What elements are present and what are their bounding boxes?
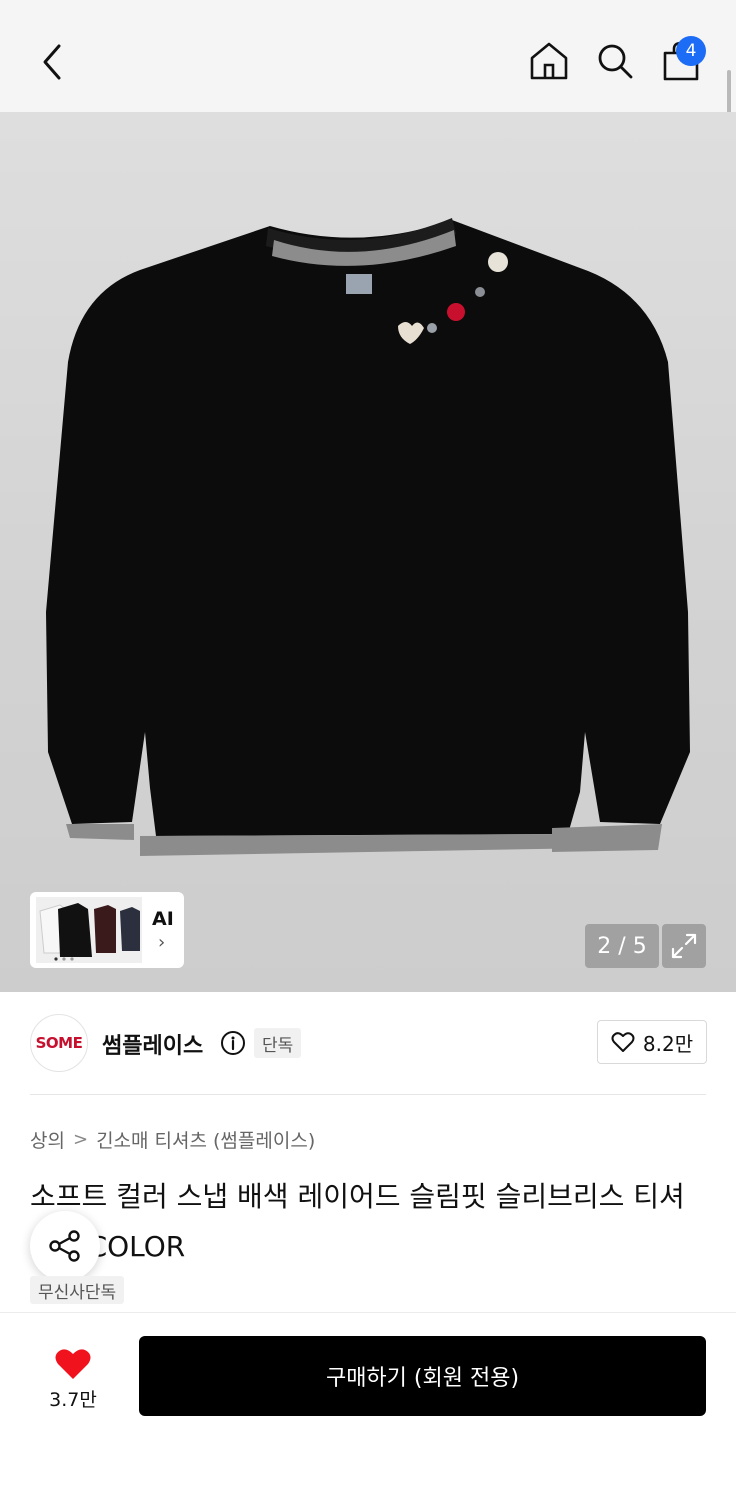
cart-count-badge: 4: [676, 36, 706, 66]
ai-thumbnail-image: [36, 897, 142, 963]
heart-icon: [55, 1348, 91, 1379]
chevron-left-icon: [43, 44, 61, 80]
product-image-gallery[interactable]: AI › 2 / 5: [0, 112, 736, 992]
heart-outline-icon: [611, 1032, 635, 1052]
ai-label-group: AI ›: [152, 908, 174, 953]
brand-like-count: 8.2만: [642, 1031, 694, 1056]
home-button[interactable]: [526, 38, 572, 84]
ai-similar-items-card[interactable]: AI ›: [30, 892, 184, 968]
breadcrumb-item-subcategory[interactable]: 긴소매 티셔츠 (썸플레이스): [96, 1126, 315, 1153]
breadcrumb-separator: >: [72, 1129, 89, 1150]
like-button[interactable]: 3.7만: [30, 1339, 116, 1419]
ai-label: AI: [152, 907, 174, 930]
info-icon[interactable]: [220, 1030, 246, 1056]
buy-button[interactable]: 구매하기 (회원 전용): [139, 1336, 706, 1416]
brand-like-button[interactable]: 8.2만: [597, 1020, 707, 1064]
search-button[interactable]: [592, 38, 638, 84]
expand-icon: [671, 933, 697, 959]
chevron-right-icon: ›: [158, 931, 166, 953]
product-title: 소프트 컬러 스냅 배색 레이어드 슬림핏 슬리브리스 티셔츠_2COLOR: [30, 1180, 685, 1263]
exclusive-badge: 단독: [254, 1028, 302, 1058]
breadcrumb: 상의 > 긴소매 티셔츠 (썸플레이스): [30, 1126, 315, 1153]
divider: [30, 1094, 706, 1095]
like-count: 3.7만: [49, 1388, 97, 1411]
breadcrumb-item-category[interactable]: 상의: [30, 1126, 65, 1153]
product-image: [46, 218, 690, 856]
exclusive-tag: 무신사단독: [30, 1276, 125, 1304]
brand-logo[interactable]: SOME: [30, 1014, 88, 1072]
brand-row: SOME 썸플레이스 단독 8.2만: [30, 1014, 707, 1072]
back-button[interactable]: [30, 40, 74, 84]
brand-name[interactable]: 썸플레이스: [102, 1028, 203, 1060]
image-counter: 2 / 5: [585, 924, 659, 968]
search-icon: [598, 44, 633, 79]
share-button[interactable]: [30, 1211, 100, 1281]
home-icon: [530, 42, 568, 80]
expand-button[interactable]: [662, 924, 706, 968]
share-icon: [49, 1230, 80, 1262]
bottom-action-bar: 3.7만 구매하기 (회원 전용): [0, 1312, 736, 1500]
